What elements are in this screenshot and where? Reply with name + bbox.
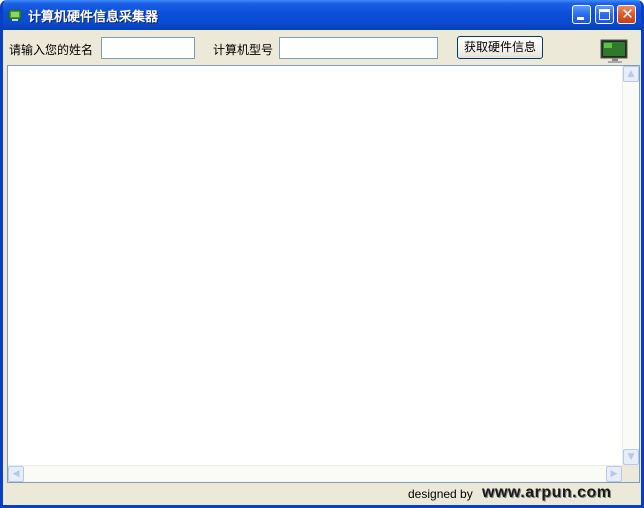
minimize-icon [577, 17, 584, 20]
scrollbar-corner [622, 465, 639, 482]
name-label: 请输入您的姓名 [9, 43, 94, 57]
close-button[interactable]: ✕ [617, 5, 636, 24]
arrow-up-icon[interactable]: ▲ [623, 66, 639, 82]
arrow-right-icon[interactable]: ▶ [606, 466, 622, 482]
hardware-info-textarea[interactable]: ▲ ▼ ◀ ▶ [7, 65, 640, 483]
arrow-down-icon[interactable]: ▼ [623, 449, 639, 465]
maximize-button[interactable] [595, 5, 614, 24]
name-input[interactable] [101, 37, 195, 59]
arrow-left-icon[interactable]: ◀ [8, 466, 24, 482]
app-leaf-icon [8, 9, 22, 21]
monitor-icon [600, 39, 628, 63]
main-window: 计算机硬件信息采集器 ✕ 请输入您的姓名 计算机型号 获取硬件信息 ▲ ▼ ◀ … [0, 0, 644, 508]
title-bar[interactable]: 计算机硬件信息采集器 ✕ [3, 0, 641, 30]
maximize-icon [599, 9, 610, 20]
close-icon: ✕ [621, 5, 634, 23]
model-label: 计算机型号 [213, 43, 274, 57]
designed-by-label: designed by [408, 487, 473, 501]
vertical-scrollbar[interactable]: ▲ ▼ [622, 66, 639, 465]
horizontal-scrollbar[interactable]: ◀ ▶ [8, 465, 622, 482]
brand-watermark: www.arpun.com [482, 484, 612, 501]
model-input[interactable] [279, 37, 438, 59]
minimize-button[interactable] [572, 5, 591, 24]
window-title: 计算机硬件信息采集器 [28, 10, 159, 25]
fetch-hardware-button[interactable]: 获取硬件信息 [457, 36, 543, 59]
